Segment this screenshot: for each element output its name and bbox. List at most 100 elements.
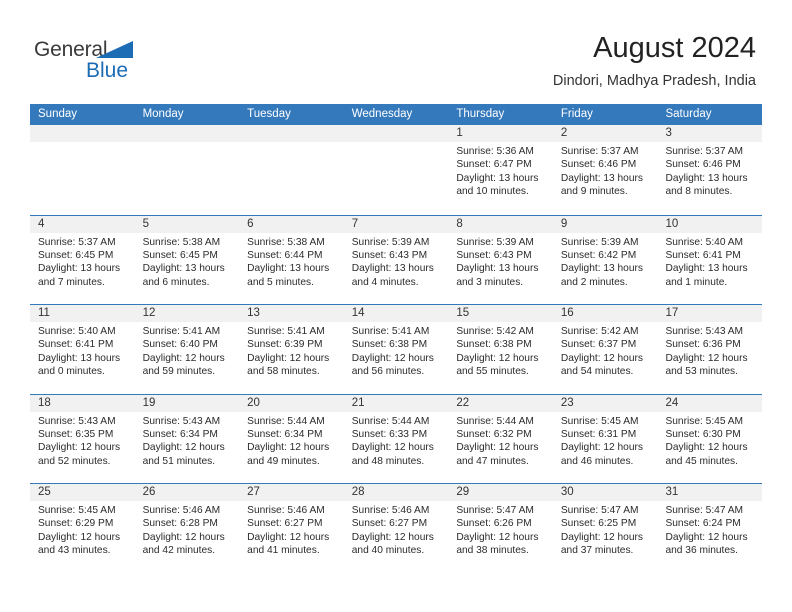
- calendar-week-row: 18 Sunrise: 5:43 AM Sunset: 6:35 PM Dayligh…: [30, 393, 763, 483]
- daylight-text-line2: and 45 minutes.: [665, 455, 738, 467]
- day-details: Sunrise: 5:43 AM Sunset: 6:34 PM Daylight:…: [135, 412, 240, 469]
- sunset-text: Sunset: 6:31 PM: [560, 428, 637, 440]
- calendar-day-cell[interactable]: 8 Sunrise: 5:39 AM Sunset: 6:43 PM Daylight…: [448, 215, 553, 304]
- calendar-day-cell[interactable]: 7 Sunrise: 5:39 AM Sunset: 6:43 PM Daylight…: [343, 215, 449, 304]
- daylight-text-line2: and 48 minutes.: [351, 455, 425, 467]
- day-number: 17: [657, 305, 763, 322]
- day-number: 6: [239, 215, 344, 233]
- calendar-day-cell[interactable]: 24 Sunrise: 5:45 AM Sunset: 6:30 PM Dayligh…: [657, 394, 763, 483]
- daylight-text-line2: and 9 minutes.: [560, 186, 628, 198]
- sunset-text: Sunset: 6:37 PM: [560, 339, 637, 351]
- sunrise-text: Sunrise: 5:42 AM: [560, 326, 639, 337]
- calendar-week-row: 4 Sunrise: 5:37 AM Sunset: 6:45 PM Daylight…: [30, 214, 763, 304]
- sunrise-text: Sunrise: 5:41 AM: [247, 326, 325, 337]
- daylight-text-line2: and 1 minute.: [665, 276, 728, 288]
- day-number: 5: [134, 215, 240, 233]
- daylight-text-line2: and 52 minutes.: [38, 455, 111, 467]
- calendar-day-cell[interactable]: 28 Sunrise: 5:46 AM Sunset: 6:27 PM Dayligh…: [343, 484, 449, 573]
- calendar-day-cell[interactable]: 15 Sunrise: 5:42 AM Sunset: 6:38 PM Dayligh…: [448, 305, 553, 394]
- daylight-text-line1: Daylight: 12 hours: [351, 531, 434, 543]
- sunset-text: Sunset: 6:43 PM: [351, 249, 428, 261]
- calendar-day-cell[interactable]: 11 Sunrise: 5:40 AM Sunset: 6:41 PM Dayligh…: [30, 305, 135, 394]
- daylight-text-line2: and 55 minutes.: [456, 366, 529, 378]
- daylight-text-line2: and 7 minutes.: [38, 276, 105, 288]
- daylight-text-line2: and 4 minutes.: [351, 276, 419, 288]
- calendar-day-cell[interactable]: 5 Sunrise: 5:38 AM Sunset: 6:45 PM Daylight…: [134, 215, 240, 304]
- daylight-text-line1: Daylight: 12 hours: [665, 531, 748, 543]
- day-number: 14: [343, 305, 449, 322]
- day-number: [30, 125, 135, 142]
- day-number: 8: [448, 215, 553, 233]
- calendar-day-cell[interactable]: 19 Sunrise: 5:43 AM Sunset: 6:34 PM Dayligh…: [134, 394, 240, 483]
- calendar-day-cell[interactable]: 9 Sunrise: 5:39 AM Sunset: 6:42 PM Daylight…: [552, 215, 658, 304]
- calendar-day-cell[interactable]: 10 Sunrise: 5:40 AM Sunset: 6:41 PM Dayligh…: [657, 215, 763, 304]
- calendar-day-cell[interactable]: 1 Sunrise: 5:36 AM Sunset: 6:47 PM Daylight…: [448, 125, 553, 215]
- weekday-header-tuesday: Tuesday: [247, 108, 291, 120]
- sunset-text: Sunset: 6:33 PM: [351, 428, 428, 440]
- day-number: 12: [134, 305, 240, 322]
- calendar-day-cell[interactable]: 13 Sunrise: 5:41 AM Sunset: 6:39 PM Dayligh…: [239, 305, 344, 394]
- title-block: August 2024 Dindori, Madhya Pradesh, Ind…: [553, 30, 756, 92]
- sunrise-text: Sunrise: 5:40 AM: [38, 326, 116, 337]
- sunrise-text: Sunrise: 5:43 AM: [38, 415, 116, 427]
- sunset-text: Sunset: 6:39 PM: [247, 339, 323, 351]
- daylight-text-line2: and 47 minutes.: [456, 455, 529, 467]
- sunrise-text: Sunrise: 5:37 AM: [560, 146, 639, 157]
- calendar-day-cell[interactable]: 22 Sunrise: 5:44 AM Sunset: 6:32 PM Dayligh…: [448, 394, 553, 483]
- calendar-day-cell[interactable]: 20 Sunrise: 5:44 AM Sunset: 6:34 PM Dayligh…: [239, 394, 344, 483]
- day-details: Sunrise: 5:38 AM Sunset: 6:44 PM Daylight:…: [239, 233, 344, 290]
- daylight-text-line1: Daylight: 12 hours: [456, 531, 539, 543]
- day-number: 20: [239, 394, 344, 412]
- day-number: 16: [552, 305, 658, 322]
- day-details: Sunrise: 5:44 AM Sunset: 6:34 PM Daylight:…: [239, 412, 344, 469]
- calendar-day-cell[interactable]: 14 Sunrise: 5:41 AM Sunset: 6:38 PM Dayligh…: [343, 305, 449, 394]
- calendar-day-cell[interactable]: 16 Sunrise: 5:42 AM Sunset: 6:37 PM Dayligh…: [552, 305, 658, 394]
- day-details: Sunrise: 5:40 AM Sunset: 6:41 PM Daylight:…: [30, 322, 135, 379]
- calendar-day-cell[interactable]: 21 Sunrise: 5:44 AM Sunset: 6:33 PM Dayligh…: [343, 394, 449, 483]
- calendar-day-cell[interactable]: 17 Sunrise: 5:43 AM Sunset: 6:36 PM Dayligh…: [657, 305, 763, 394]
- sunset-text: Sunset: 6:41 PM: [665, 249, 741, 261]
- daylight-text-line2: and 49 minutes.: [247, 455, 320, 467]
- calendar-day-cell[interactable]: 31 Sunrise: 5:47 AM Sunset: 6:24 PM Dayligh…: [657, 484, 763, 573]
- day-details: Sunrise: 5:39 AM Sunset: 6:42 PM Daylight:…: [553, 233, 658, 290]
- day-number: [239, 125, 344, 142]
- calendar-day-cell[interactable]: 2 Sunrise: 5:37 AM Sunset: 6:46 PM Daylight…: [552, 125, 658, 215]
- calendar-day-cell[interactable]: 26 Sunrise: 5:46 AM Sunset: 6:28 PM Dayligh…: [134, 484, 240, 573]
- calendar-day-cell[interactable]: 18 Sunrise: 5:43 AM Sunset: 6:35 PM Dayligh…: [30, 394, 135, 483]
- sunset-text: Sunset: 6:24 PM: [665, 518, 741, 530]
- calendar-day-cell[interactable]: 12 Sunrise: 5:41 AM Sunset: 6:40 PM Dayligh…: [134, 305, 240, 394]
- day-details: Sunrise: 5:47 AM Sunset: 6:25 PM Daylight:…: [553, 501, 658, 558]
- sunrise-text: Sunrise: 5:44 AM: [247, 415, 325, 427]
- day-number: 27: [239, 484, 344, 501]
- general-blue-logo[interactable]: General Blue: [34, 38, 234, 84]
- daylight-text-line1: Daylight: 12 hours: [560, 442, 644, 454]
- day-number: 30: [552, 484, 658, 501]
- sunset-text: Sunset: 6:45 PM: [142, 249, 218, 261]
- daylight-text-line1: Daylight: 12 hours: [142, 531, 225, 543]
- weekday-header-row: Sunday Monday Tuesday Wednesday Thursday…: [30, 104, 762, 125]
- day-details: Sunrise: 5:37 AM Sunset: 6:45 PM Daylight:…: [30, 233, 135, 290]
- calendar-day-cell[interactable]: 23 Sunrise: 5:45 AM Sunset: 6:31 PM Dayligh…: [552, 394, 658, 483]
- calendar-day-cell[interactable]: 27 Sunrise: 5:46 AM Sunset: 6:27 PM Dayligh…: [239, 484, 344, 573]
- sunrise-text: Sunrise: 5:41 AM: [142, 326, 221, 337]
- daylight-text-line2: and 6 minutes.: [142, 276, 210, 288]
- day-details: Sunrise: 5:45 AM Sunset: 6:30 PM Daylight:…: [657, 412, 762, 469]
- calendar-day-cell[interactable]: 29 Sunrise: 5:47 AM Sunset: 6:26 PM Dayligh…: [448, 484, 553, 573]
- calendar-day-cell[interactable]: 4 Sunrise: 5:37 AM Sunset: 6:45 PM Daylight…: [30, 215, 135, 304]
- calendar-day-cell[interactable]: 6 Sunrise: 5:38 AM Sunset: 6:44 PM Daylight…: [239, 215, 344, 304]
- day-details: Sunrise: 5:46 AM Sunset: 6:28 PM Daylight:…: [135, 501, 240, 558]
- calendar-day-cell[interactable]: 3 Sunrise: 5:37 AM Sunset: 6:46 PM Daylight…: [657, 125, 763, 215]
- sunset-text: Sunset: 6:29 PM: [38, 518, 114, 530]
- day-details: Sunrise: 5:41 AM Sunset: 6:39 PM Daylight:…: [239, 322, 344, 379]
- logo-triangle-icon: [96, 41, 133, 58]
- daylight-text-line1: Daylight: 12 hours: [560, 352, 644, 364]
- day-number: 24: [657, 394, 763, 412]
- calendar-day-cell[interactable]: 25 Sunrise: 5:45 AM Sunset: 6:29 PM Dayligh…: [30, 484, 135, 573]
- weekday-header-thursday: Thursday: [456, 108, 505, 120]
- day-details: Sunrise: 5:38 AM Sunset: 6:45 PM Daylight:…: [135, 233, 240, 290]
- sunrise-text: Sunrise: 5:42 AM: [456, 326, 534, 337]
- sunset-text: Sunset: 6:38 PM: [456, 339, 532, 351]
- day-number: 13: [239, 305, 344, 322]
- calendar-day-cell[interactable]: 30 Sunrise: 5:47 AM Sunset: 6:25 PM Dayligh…: [552, 484, 658, 573]
- daylight-text-line1: Daylight: 12 hours: [38, 442, 121, 454]
